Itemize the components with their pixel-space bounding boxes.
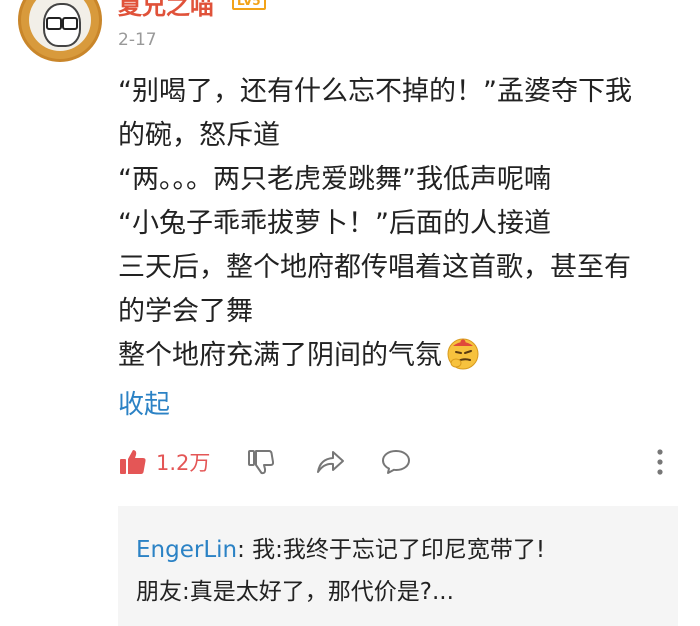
share-arrow-icon — [317, 451, 344, 473]
comment-line: “别喝了，还有什么忘不掉的！”孟婆夺下我 — [118, 76, 632, 107]
comment-actions: 1.2万 — [118, 442, 678, 482]
collapse-link[interactable]: 收起 — [118, 384, 170, 421]
more-vertical-icon — [657, 449, 663, 475]
more-options-button[interactable] — [650, 442, 670, 482]
comment-line: 的碗，怒斥道 — [118, 120, 280, 151]
comment-line: 三天后，整个地府都传唱着这首歌，甚至有 — [118, 252, 631, 283]
reply-text: 朋友:真是太好了，那代价是?... — [136, 579, 454, 605]
avatar[interactable] — [18, 0, 102, 62]
reply-preview[interactable]: EngerLin: 我:我终于忘记了印尼宽带了! 朋友:真是太好了，那代价是?.… — [118, 506, 678, 626]
reply-line: EngerLin: 我:我终于忘记了印尼宽带了! — [136, 530, 545, 564]
share-button[interactable] — [314, 442, 346, 482]
reply-author[interactable]: EngerLin — [136, 537, 237, 563]
comment-date: 2-17 — [118, 30, 157, 50]
comment-body: “别喝了，还有什么忘不掉的！”孟婆夺下我 的碗，怒斥道 “两。。。两只老虎爱跳舞… — [118, 70, 678, 378]
comment-bubble-icon — [382, 450, 410, 474]
comment-line: “两。。。两只老虎爱跳舞”我低声呢喃 — [118, 164, 551, 195]
reply-button[interactable] — [380, 442, 412, 482]
dislike-button[interactable] — [246, 442, 276, 482]
smirk-emoji-icon — [447, 338, 479, 370]
comment-line: 整个地府充满了阴间的气氛 — [118, 340, 442, 371]
thumbs-down-icon — [248, 450, 275, 475]
comment-line: “小兔子乖乖拔萝卜！”后面的人接道 — [118, 208, 551, 239]
level-badge: LV5 — [232, 0, 266, 10]
reply-text: : 我:我终于忘记了印尼宽带了! — [237, 537, 546, 563]
like-count: 1.2万 — [156, 451, 211, 475]
avatar-image — [29, 0, 91, 51]
thumbs-up-icon — [120, 450, 146, 474]
like-button[interactable]: 1.2万 — [118, 442, 210, 482]
comment-line: 的学会了舞 — [118, 296, 253, 327]
comment-line-last: 整个地府充满了阴间的气氛 — [118, 334, 678, 378]
username[interactable]: 夏兄之喵 — [118, 0, 214, 21]
